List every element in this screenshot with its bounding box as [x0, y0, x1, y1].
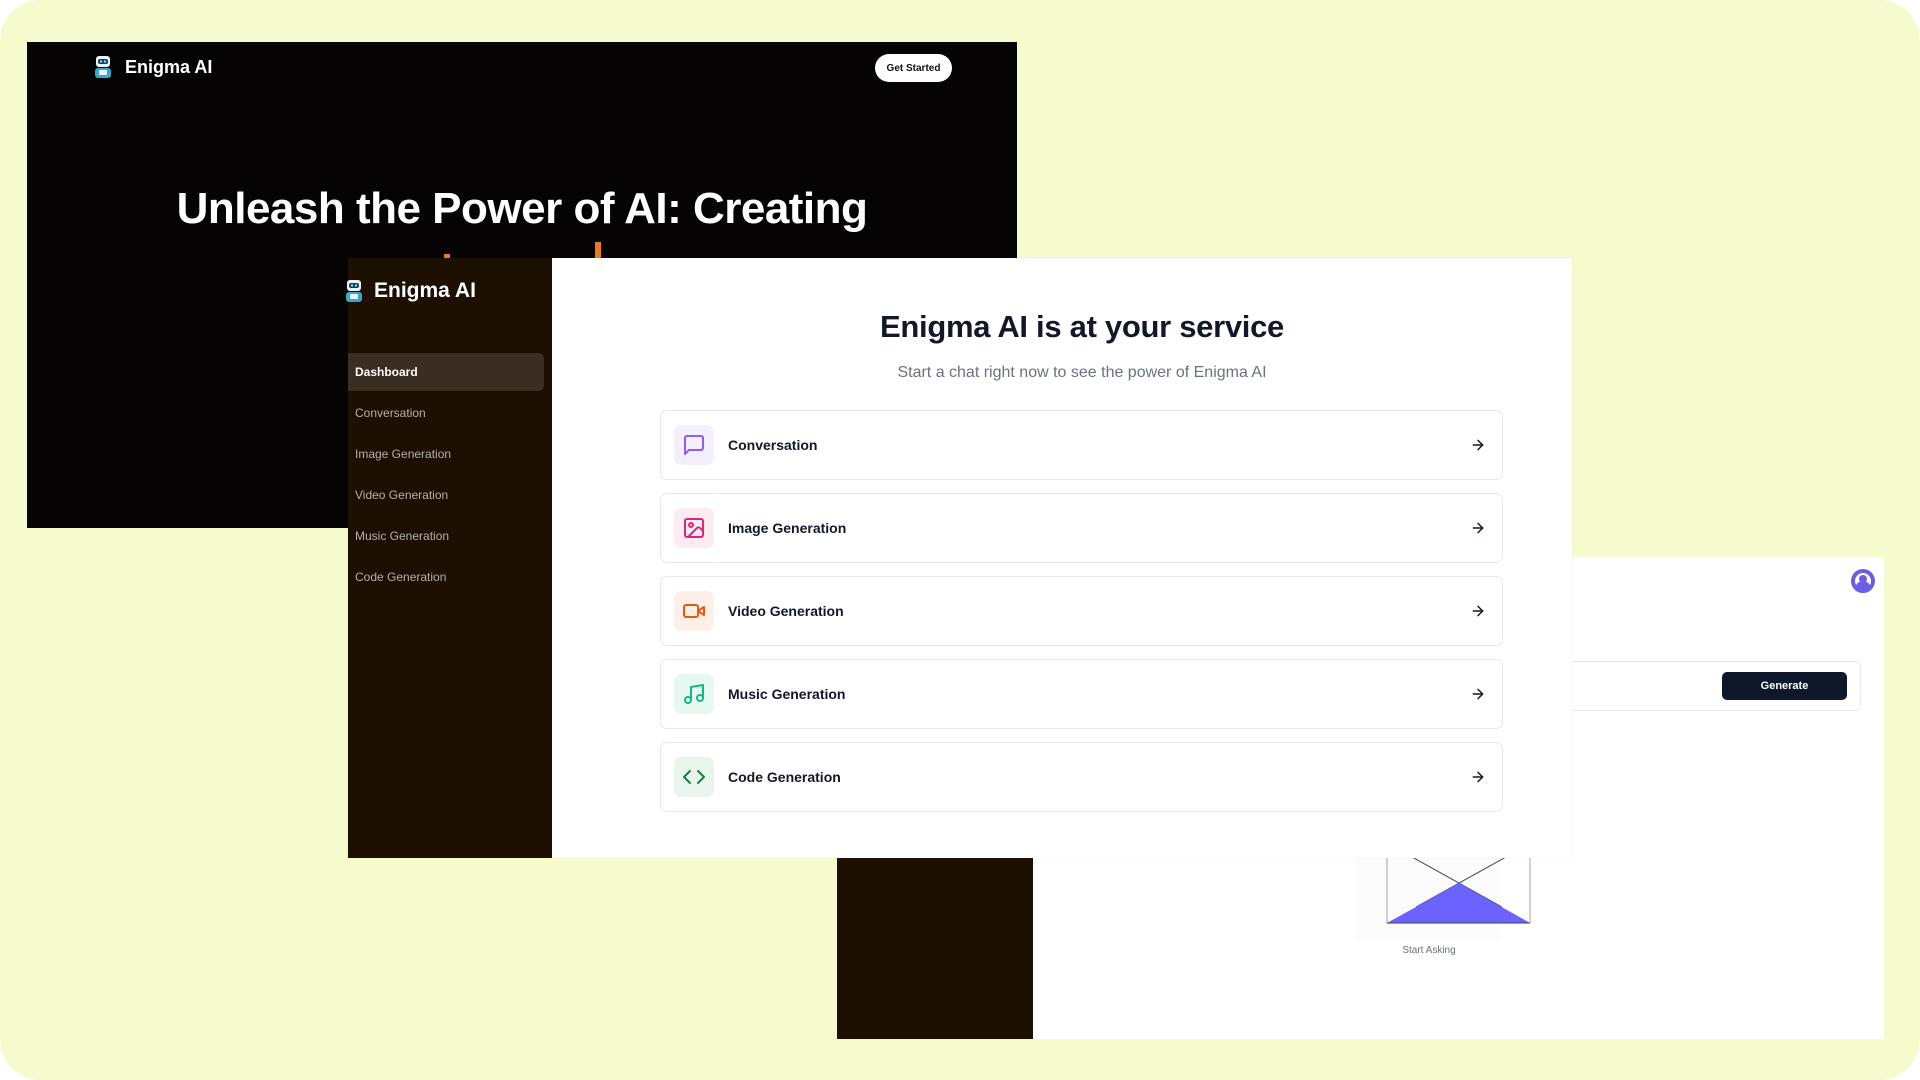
tool-card-code-generation[interactable]: Code Generation — [660, 742, 1503, 812]
dashboard-window: Enigma AI Dashboard Conversation Image G… — [346, 258, 1572, 858]
empty-state-label: Start Asking — [1402, 945, 1456, 956]
tool-card-conversation[interactable]: Conversation — [660, 410, 1503, 480]
music-icon — [684, 684, 704, 704]
sidebar-item-music-generation[interactable]: Music Generation — [348, 517, 544, 555]
empty-state-illustration-icon — [1386, 857, 1531, 924]
sidebar-brand-name: Enigma AI — [374, 279, 476, 302]
arrow-right-icon — [1472, 439, 1484, 451]
video-icon — [683, 604, 705, 618]
tool-label: Code Generation — [728, 769, 841, 785]
sidebar-nav: Dashboard Conversation Image Generation … — [348, 353, 544, 599]
tool-label: Video Generation — [728, 603, 844, 619]
sidebar-item-image-generation[interactable]: Image Generation — [348, 435, 544, 473]
dashboard-main: Enigma AI is at your service Start a cha… — [552, 258, 1572, 858]
landing-brand-name: Enigma AI — [125, 56, 213, 77]
generate-button[interactable]: Generate — [1722, 672, 1847, 700]
tool-icon-bg — [674, 508, 714, 548]
message-square-icon — [684, 435, 704, 455]
robot-logo-icon — [95, 56, 111, 78]
image-icon — [684, 518, 704, 538]
generation-sidebar — [837, 857, 1033, 1039]
sidebar-item-code-generation[interactable]: Code Generation — [348, 558, 544, 596]
sidebar-brand[interactable]: Enigma AI — [342, 278, 476, 304]
arrow-right-icon — [1472, 688, 1484, 700]
tool-label: Image Generation — [728, 520, 847, 536]
sidebar-item-conversation[interactable]: Conversation — [348, 394, 544, 432]
robot-logo-icon — [346, 280, 362, 302]
arrow-right-icon — [1472, 605, 1484, 617]
sidebar-item-dashboard[interactable]: Dashboard — [348, 353, 544, 391]
tool-label: Music Generation — [728, 686, 846, 702]
tool-label: Conversation — [728, 437, 818, 453]
landing-brand[interactable]: Enigma AI — [91, 54, 212, 80]
tool-card-image-generation[interactable]: Image Generation — [660, 493, 1503, 563]
code-icon — [683, 770, 705, 784]
arrow-right-icon — [1472, 771, 1484, 783]
sidebar: Enigma AI Dashboard Conversation Image G… — [346, 258, 552, 858]
get-started-button[interactable]: Get Started — [875, 54, 952, 82]
page-subtitle: Start a chat right now to see the power … — [897, 364, 1267, 381]
tool-icon-bg — [674, 425, 714, 465]
tool-icon-bg — [674, 591, 714, 631]
hero-accent-mark — [595, 242, 601, 258]
tool-card-music-generation[interactable]: Music Generation — [660, 659, 1503, 729]
tool-icon-bg — [674, 674, 714, 714]
page-title: Enigma AI is at your service — [880, 309, 1284, 344]
tool-card-video-generation[interactable]: Video Generation — [660, 576, 1503, 646]
presentation-canvas: Enigma AI Get Started Unleash the Power … — [0, 0, 1920, 1080]
sidebar-item-video-generation[interactable]: Video Generation — [348, 476, 544, 514]
user-avatar-icon[interactable] — [1851, 569, 1875, 593]
arrow-right-icon — [1472, 522, 1484, 534]
tool-list: Conversation Image Generation Video Gene… — [660, 410, 1503, 825]
hero-heading: Unleash the Power of AI: Creating — [176, 184, 868, 233]
tool-icon-bg — [674, 757, 714, 797]
